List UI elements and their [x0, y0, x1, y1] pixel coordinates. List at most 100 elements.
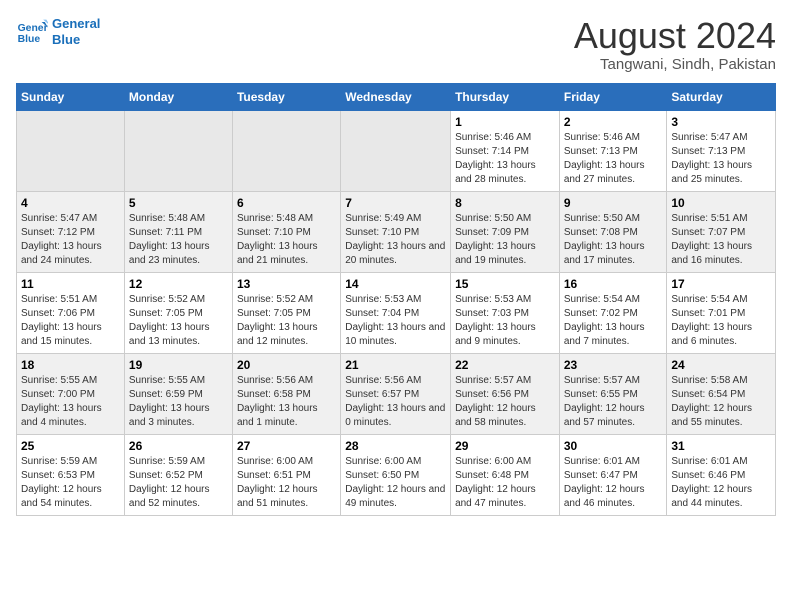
- day-number: 27: [237, 439, 336, 453]
- day-number: 18: [21, 358, 120, 372]
- day-header-monday: Monday: [124, 83, 232, 110]
- day-info: Sunrise: 5:49 AM Sunset: 7:10 PM Dayligh…: [345, 212, 446, 268]
- day-number: 7: [345, 196, 446, 210]
- calendar-cell: 19 Sunrise: 5:55 AM Sunset: 6:59 PM Dayli…: [124, 353, 232, 434]
- week-row-3: 11Sunrise: 5:51 AM Sunset: 7:06 PM Dayli…: [17, 272, 776, 353]
- calendar-table: SundayMondayTuesdayWednesdayThursdayFrid…: [16, 83, 776, 516]
- day-info: Sunrise: 6:00 AM Sunset: 6:51 PM Dayligh…: [237, 455, 336, 511]
- calendar-cell: 7 Sunrise: 5:49 AM Sunset: 7:10 PM Daylig…: [341, 191, 451, 272]
- day-number: 14: [345, 277, 446, 291]
- day-number: 28: [345, 439, 446, 453]
- calendar-cell: 14 Sunrise: 5:53 AM Sunset: 7:04 PM Dayli…: [341, 272, 451, 353]
- day-number: 1: [455, 115, 555, 129]
- day-number: 29: [455, 439, 555, 453]
- day-number: 25: [21, 439, 120, 453]
- day-info: Sunrise: 6:01 AM Sunset: 6:47 PM Dayligh…: [564, 455, 663, 511]
- day-info: Sunrise: 5:48 AM Sunset: 7:10 PM Dayligh…: [237, 212, 336, 268]
- day-number: 2: [564, 115, 663, 129]
- week-row-2: 4Sunrise: 5:47 AM Sunset: 7:12 PM Daylig…: [17, 191, 776, 272]
- day-info: Sunrise: 5:51 AM Sunset: 7:06 PM Dayligh…: [21, 293, 120, 349]
- calendar-cell: 28 Sunrise: 6:00 AM Sunset: 6:50 PM Dayli…: [341, 434, 451, 515]
- calendar-cell: 24 Sunrise: 5:58 AM Sunset: 6:54 PM Dayli…: [667, 353, 776, 434]
- title-block: August 2024 Tangwani, Sindh, Pakistan: [574, 16, 776, 73]
- main-title: August 2024: [574, 16, 776, 56]
- day-info: Sunrise: 5:59 AM Sunset: 6:53 PM Dayligh…: [21, 455, 120, 511]
- day-info: Sunrise: 5:56 AM Sunset: 6:57 PM Dayligh…: [345, 374, 446, 430]
- calendar-cell: [232, 110, 340, 191]
- day-info: Sunrise: 5:48 AM Sunset: 7:11 PM Dayligh…: [129, 212, 228, 268]
- day-info: Sunrise: 5:57 AM Sunset: 6:55 PM Dayligh…: [564, 374, 663, 430]
- day-number: 24: [671, 358, 771, 372]
- day-info: Sunrise: 5:47 AM Sunset: 7:13 PM Dayligh…: [671, 131, 771, 187]
- day-number: 13: [237, 277, 336, 291]
- day-info: Sunrise: 5:55 AM Sunset: 6:59 PM Dayligh…: [129, 374, 228, 430]
- day-info: Sunrise: 5:55 AM Sunset: 7:00 PM Dayligh…: [21, 374, 120, 430]
- day-header-tuesday: Tuesday: [232, 83, 340, 110]
- week-row-4: 18 Sunrise: 5:55 AM Sunset: 7:00 PM Dayli…: [17, 353, 776, 434]
- logo-icon: General Blue: [16, 18, 48, 46]
- day-info: Sunrise: 5:58 AM Sunset: 6:54 PM Dayligh…: [671, 374, 771, 430]
- svg-text:General: General: [18, 22, 48, 33]
- day-info: Sunrise: 5:57 AM Sunset: 6:56 PM Dayligh…: [455, 374, 555, 430]
- calendar-cell: 21 Sunrise: 5:56 AM Sunset: 6:57 PM Dayli…: [341, 353, 451, 434]
- day-number: 26: [129, 439, 228, 453]
- calendar-cell: 30 Sunrise: 6:01 AM Sunset: 6:47 PM Dayli…: [559, 434, 667, 515]
- day-info: Sunrise: 5:46 AM Sunset: 7:13 PM Dayligh…: [564, 131, 663, 187]
- calendar-cell: [341, 110, 451, 191]
- calendar-cell: 2 Sunrise: 5:46 AM Sunset: 7:13 PM Daylig…: [559, 110, 667, 191]
- calendar-cell: 10 Sunrise: 5:51 AM Sunset: 7:07 PM Dayli…: [667, 191, 776, 272]
- day-info: Sunrise: 6:00 AM Sunset: 6:50 PM Dayligh…: [345, 455, 446, 511]
- calendar-cell: 29Sunrise: 6:00 AM Sunset: 6:48 PM Dayli…: [451, 434, 560, 515]
- calendar-cell: 26 Sunrise: 5:59 AM Sunset: 6:52 PM Dayli…: [124, 434, 232, 515]
- day-info: Sunrise: 6:01 AM Sunset: 6:46 PM Dayligh…: [671, 455, 771, 511]
- calendar-cell: 1 Sunrise: 5:46 AM Sunset: 7:14 PM Daylig…: [451, 110, 560, 191]
- day-header-sunday: Sunday: [17, 83, 125, 110]
- calendar-cell: 15Sunrise: 5:53 AM Sunset: 7:03 PM Dayli…: [451, 272, 560, 353]
- day-number: 22: [455, 358, 555, 372]
- day-number: 19: [129, 358, 228, 372]
- day-info: Sunrise: 5:46 AM Sunset: 7:14 PM Dayligh…: [455, 131, 555, 187]
- calendar-cell: 23 Sunrise: 5:57 AM Sunset: 6:55 PM Dayli…: [559, 353, 667, 434]
- day-info: Sunrise: 5:53 AM Sunset: 7:04 PM Dayligh…: [345, 293, 446, 349]
- day-info: Sunrise: 5:52 AM Sunset: 7:05 PM Dayligh…: [237, 293, 336, 349]
- calendar-cell: 16Sunrise: 5:54 AM Sunset: 7:02 PM Dayli…: [559, 272, 667, 353]
- calendar-cell: 3Sunrise: 5:47 AM Sunset: 7:13 PM Daylig…: [667, 110, 776, 191]
- calendar-cell: 4Sunrise: 5:47 AM Sunset: 7:12 PM Daylig…: [17, 191, 125, 272]
- calendar-cell: 12 Sunrise: 5:52 AM Sunset: 7:05 PM Dayli…: [124, 272, 232, 353]
- calendar-cell: 5 Sunrise: 5:48 AM Sunset: 7:11 PM Daylig…: [124, 191, 232, 272]
- calendar-cell: 25 Sunrise: 5:59 AM Sunset: 6:53 PM Dayli…: [17, 434, 125, 515]
- day-number: 16: [564, 277, 663, 291]
- day-number: 23: [564, 358, 663, 372]
- svg-text:Blue: Blue: [18, 34, 41, 45]
- week-row-5: 25 Sunrise: 5:59 AM Sunset: 6:53 PM Dayli…: [17, 434, 776, 515]
- logo: General Blue General Blue: [16, 16, 100, 47]
- calendar-cell: 20Sunrise: 5:56 AM Sunset: 6:58 PM Dayli…: [232, 353, 340, 434]
- calendar-cell: [124, 110, 232, 191]
- calendar-cell: [17, 110, 125, 191]
- day-number: 30: [564, 439, 663, 453]
- day-info: Sunrise: 5:54 AM Sunset: 7:01 PM Dayligh…: [671, 293, 771, 349]
- day-number: 9: [564, 196, 663, 210]
- calendar-cell: 18 Sunrise: 5:55 AM Sunset: 7:00 PM Dayli…: [17, 353, 125, 434]
- day-number: 10: [671, 196, 771, 210]
- page-header: General Blue General Blue August 2024 Ta…: [16, 16, 776, 73]
- day-header-thursday: Thursday: [451, 83, 560, 110]
- day-number: 12: [129, 277, 228, 291]
- day-number: 6: [237, 196, 336, 210]
- day-number: 4: [21, 196, 120, 210]
- day-header-friday: Friday: [559, 83, 667, 110]
- day-info: Sunrise: 5:52 AM Sunset: 7:05 PM Dayligh…: [129, 293, 228, 349]
- day-number: 17: [671, 277, 771, 291]
- day-info: Sunrise: 5:56 AM Sunset: 6:58 PM Dayligh…: [237, 374, 336, 430]
- day-number: 21: [345, 358, 446, 372]
- day-number: 5: [129, 196, 228, 210]
- subtitle: Tangwani, Sindh, Pakistan: [574, 56, 776, 73]
- header-row: SundayMondayTuesdayWednesdayThursdayFrid…: [17, 83, 776, 110]
- calendar-cell: 22 Sunrise: 5:57 AM Sunset: 6:56 PM Dayli…: [451, 353, 560, 434]
- day-number: 15: [455, 277, 555, 291]
- day-info: Sunrise: 5:51 AM Sunset: 7:07 PM Dayligh…: [671, 212, 771, 268]
- calendar-cell: 13 Sunrise: 5:52 AM Sunset: 7:05 PM Dayli…: [232, 272, 340, 353]
- calendar-cell: 11Sunrise: 5:51 AM Sunset: 7:06 PM Dayli…: [17, 272, 125, 353]
- day-info: Sunrise: 5:59 AM Sunset: 6:52 PM Dayligh…: [129, 455, 228, 511]
- day-number: 31: [671, 439, 771, 453]
